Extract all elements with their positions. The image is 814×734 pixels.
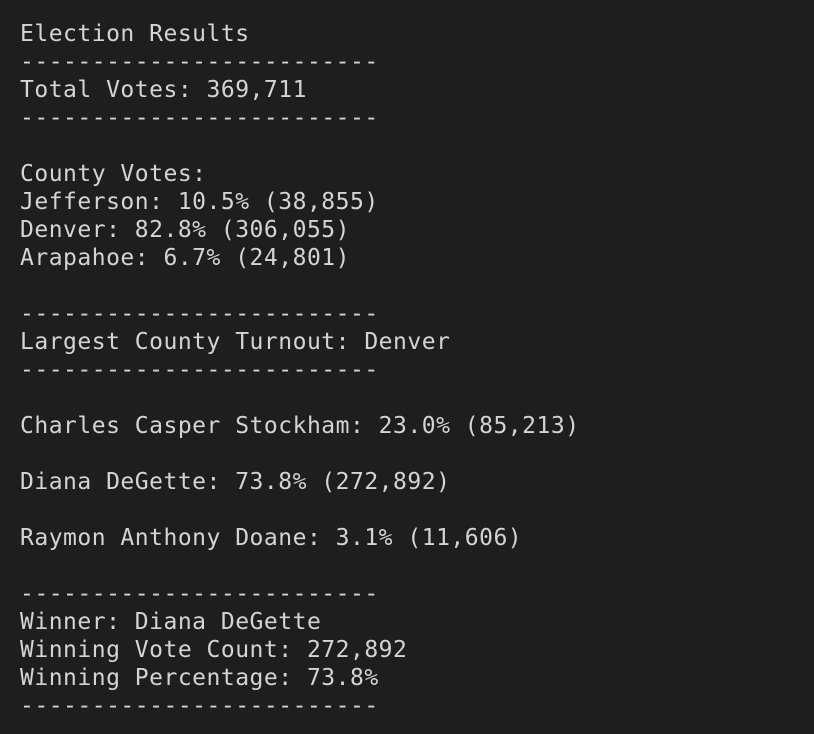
- winner-line: Winner: Diana DeGette: [20, 609, 322, 635]
- separator-line: -------------------------: [20, 357, 379, 383]
- county-votes-header: County Votes:: [20, 161, 207, 187]
- candidate-line-doane: Raymon Anthony Doane: 3.1% (11,606): [20, 525, 523, 551]
- terminal-output: Election Results -----------------------…: [0, 0, 814, 734]
- separator-line: -------------------------: [20, 301, 379, 327]
- county-line-arapahoe: Arapahoe: 6.7% (24,801): [20, 245, 350, 271]
- separator-line: -------------------------: [20, 105, 379, 131]
- candidate-line-degette: Diana DeGette: 73.8% (272,892): [20, 469, 451, 495]
- separator-line: -------------------------: [20, 49, 379, 75]
- candidate-line-stockham: Charles Casper Stockham: 23.0% (85,213): [20, 413, 580, 439]
- report-title: Election Results: [20, 21, 250, 47]
- total-votes-line: Total Votes: 369,711: [20, 77, 307, 103]
- winning-vote-count-line: Winning Vote Count: 272,892: [20, 637, 408, 663]
- largest-county-line: Largest County Turnout: Denver: [20, 329, 451, 355]
- county-line-denver: Denver: 82.8% (306,055): [20, 217, 350, 243]
- separator-line: -------------------------: [20, 581, 379, 607]
- winning-percentage-line: Winning Percentage: 73.8%: [20, 665, 379, 691]
- county-line-jefferson: Jefferson: 10.5% (38,855): [20, 189, 379, 215]
- separator-line: -------------------------: [20, 693, 379, 719]
